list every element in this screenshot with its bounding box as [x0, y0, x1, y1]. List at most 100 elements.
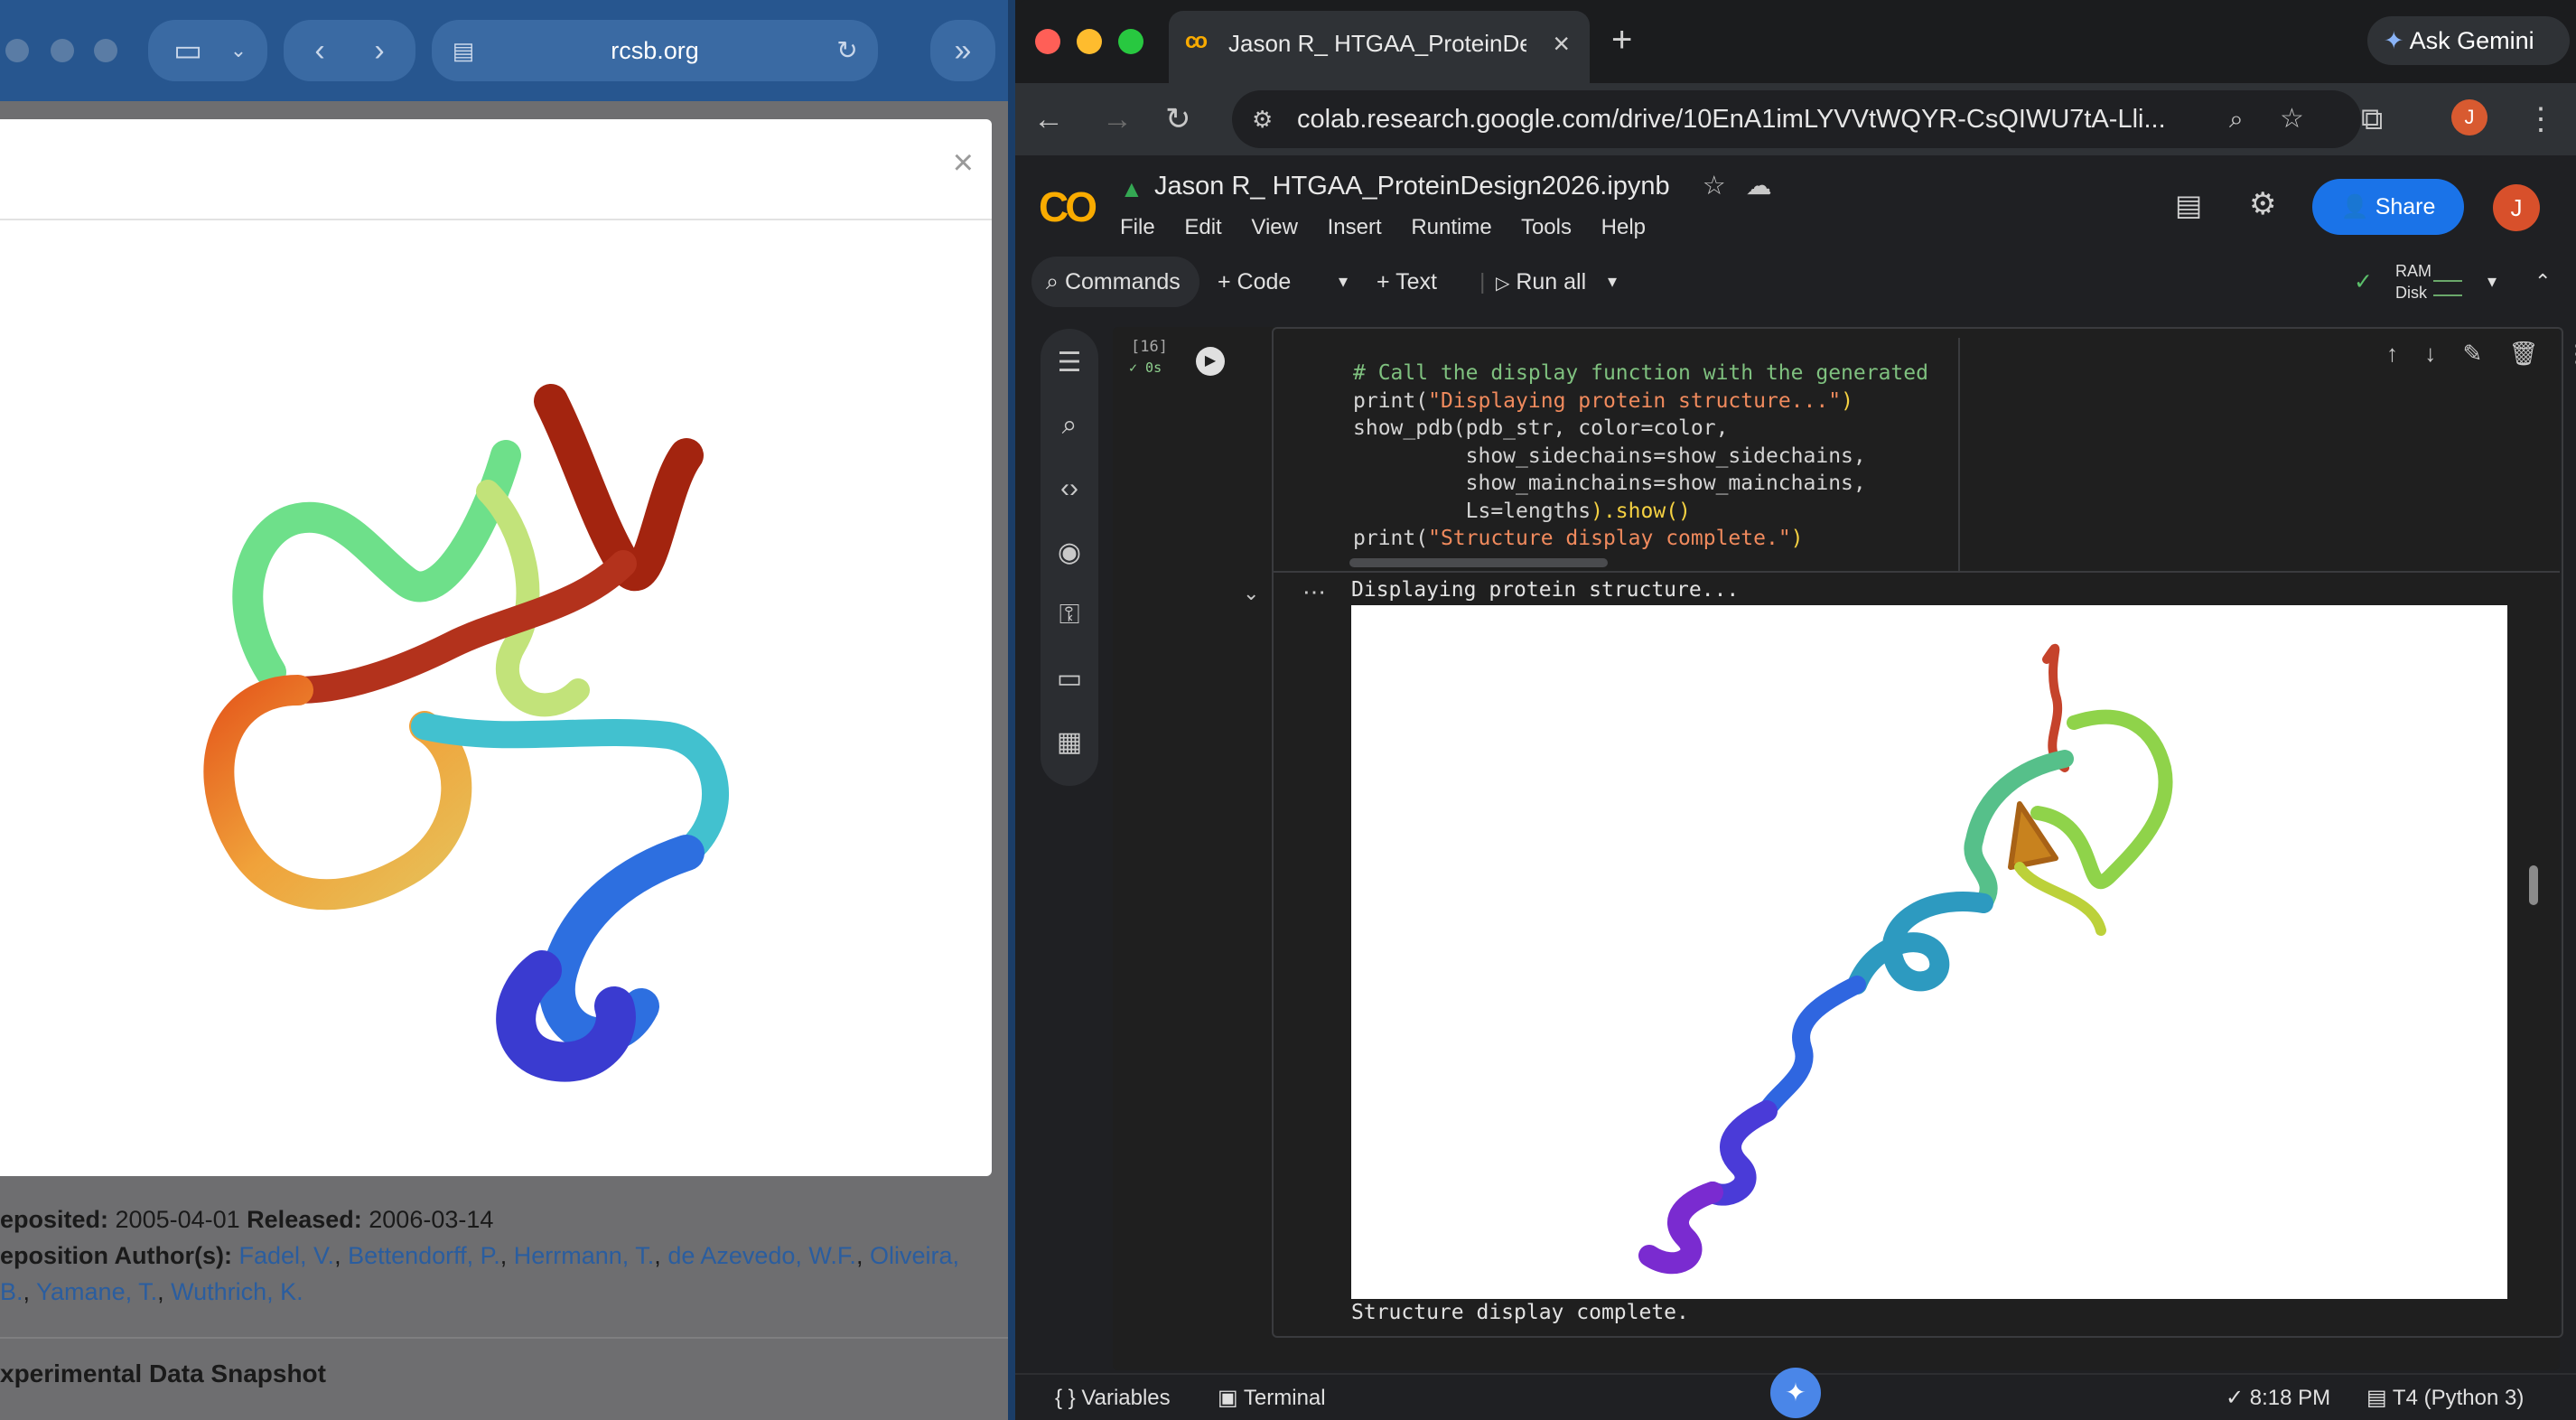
- author-link[interactable]: Herrmann, T.: [514, 1242, 655, 1269]
- add-text-button[interactable]: + Text: [1377, 257, 1437, 307]
- inspector-eye-icon[interactable]: ◉: [1041, 537, 1098, 568]
- strand-red-tail: [285, 550, 637, 704]
- chevron-down-icon[interactable]: ▾: [2487, 257, 2497, 307]
- menu-view[interactable]: View: [1251, 215, 1298, 239]
- author-link[interactable]: Fadel, V.: [238, 1242, 334, 1269]
- move-up-icon[interactable]: ↑: [2386, 340, 2398, 367]
- deposited-value: 2005-04-01: [115, 1206, 240, 1233]
- delete-trash-icon[interactable]: 🗑: [2509, 340, 2539, 367]
- ram-sparkline: [2433, 266, 2462, 282]
- check-icon: ✓: [2226, 1386, 2245, 1410]
- run-all-button[interactable]: ▷ Run all: [1496, 257, 1586, 309]
- code-editor[interactable]: # Call the display function with the gen…: [1353, 360, 1940, 553]
- sidebar-toggle[interactable]: ▭ ⌄: [148, 20, 267, 81]
- account-avatar[interactable]: J: [2493, 184, 2540, 231]
- notebook-title[interactable]: Jason R_ HTGAA_ProteinDesign2026.ipynb ☆…: [1154, 170, 1772, 201]
- double-chevron-icon: »: [954, 33, 972, 68]
- nmr-ensemble-image: [203, 384, 729, 1082]
- commands-button[interactable]: ⌕ Commands: [1031, 257, 1199, 307]
- window-minimize-dot[interactable]: [51, 39, 74, 62]
- notebook-title-text: Jason R_ HTGAA_ProteinDesign2026.ipynb: [1154, 172, 1670, 201]
- helix-blue: [1758, 976, 1866, 1120]
- new-tab-icon[interactable]: +: [1611, 14, 1632, 65]
- address-bar[interactable]: ⚙ colab.research.google.com/drive/10EnA1…: [1232, 90, 2361, 148]
- colab-logo[interactable]: CO: [1039, 182, 1097, 231]
- run-cell-button[interactable]: ▶: [1196, 347, 1225, 376]
- menu-insert[interactable]: Insert: [1328, 215, 1382, 239]
- author-link[interactable]: Yamane, T.: [36, 1278, 157, 1305]
- tab-search-icon[interactable]: ⧉: [2361, 83, 2383, 155]
- resource-monitor[interactable]: RAM Disk: [2395, 260, 2431, 304]
- window-minimize-button[interactable]: [1077, 29, 1102, 54]
- gemini-button[interactable]: ✦: [1770, 1368, 1821, 1418]
- more-tabs-button[interactable]: »: [930, 20, 995, 81]
- share-button[interactable]: 👤 Share: [2312, 179, 2464, 235]
- author-link[interactable]: de Azevedo, W.F.: [667, 1242, 856, 1269]
- code-line: show_pdb(pdb_str, color=color,: [1353, 416, 1729, 440]
- collapse-output-icon[interactable]: ⌄: [1243, 582, 1259, 605]
- author-link[interactable]: Bettendorff, P.: [348, 1242, 500, 1269]
- chevron-down-icon: ⌄: [229, 39, 247, 61]
- profile-avatar[interactable]: J: [2451, 99, 2487, 135]
- menu-edit[interactable]: Edit: [1184, 215, 1221, 239]
- bookmark-star-icon[interactable]: ☆: [2280, 90, 2304, 148]
- chevron-down-icon[interactable]: ▾: [1339, 257, 1348, 307]
- data-table-icon[interactable]: ▦: [1041, 726, 1098, 758]
- window-zoom-dot[interactable]: [94, 39, 117, 62]
- zoom-search-icon[interactable]: ⌕: [2229, 90, 2244, 148]
- tab-colab[interactable]: co Jason R_ HTGAA_ProteinDes ×: [1169, 11, 1590, 83]
- tab-close-icon[interactable]: ×: [1553, 11, 1570, 76]
- output-actions-icon[interactable]: ⋯: [1302, 578, 1326, 606]
- forward-arrow-icon[interactable]: →: [1102, 83, 1133, 155]
- author-link[interactable]: Wuthrich, K.: [171, 1278, 303, 1305]
- move-down-icon[interactable]: ↓: [2424, 340, 2436, 367]
- author-link[interactable]: B.: [0, 1278, 23, 1305]
- code-snippets-icon[interactable]: ‹›: [1041, 473, 1098, 504]
- settings-gear-icon[interactable]: ⚙: [2249, 186, 2276, 222]
- collapse-header-icon[interactable]: ⌃: [2534, 257, 2551, 307]
- reload-icon[interactable]: ↻: [829, 20, 865, 81]
- site-settings-icon[interactable]: ⚙: [1252, 90, 1273, 148]
- files-folder-icon[interactable]: ▭: [1041, 663, 1098, 695]
- strand-red-bundle: [534, 384, 704, 591]
- forward-icon[interactable]: ›: [352, 20, 406, 81]
- edit-pencil-icon[interactable]: ✎: [2462, 340, 2482, 367]
- star-icon[interactable]: ☆: [1703, 172, 1726, 201]
- back-icon[interactable]: ‹: [293, 20, 347, 81]
- divider: [0, 1337, 1008, 1339]
- close-icon[interactable]: ×: [953, 145, 974, 181]
- menu-file[interactable]: File: [1120, 215, 1155, 239]
- comments-icon[interactable]: ▤: [2175, 188, 2202, 222]
- window-close-dot[interactable]: [5, 39, 29, 62]
- safari-toolbar: ▭ ⌄ ‹ › ▤ rcsb.org ↻ »: [0, 0, 1008, 101]
- commands-label: Commands: [1064, 269, 1181, 294]
- ask-gemini-button[interactable]: ✦ Ask Gemini: [2367, 16, 2570, 65]
- table-of-contents-icon[interactable]: ☰: [1041, 347, 1098, 378]
- window-zoom-button[interactable]: [1118, 29, 1143, 54]
- py3dmol-viewer[interactable]: [1351, 605, 2507, 1299]
- more-options-icon[interactable]: ⋮: [2565, 340, 2576, 367]
- back-arrow-icon[interactable]: ←: [1033, 83, 1064, 155]
- horizontal-scrollbar[interactable]: [1349, 558, 1608, 567]
- runtime-type[interactable]: ▤ T4 (Python 3): [2366, 1375, 2524, 1420]
- tab-strip: co Jason R_ HTGAA_ProteinDes × + ✦ Ask G…: [1015, 0, 2576, 83]
- window-close-button[interactable]: [1035, 29, 1060, 54]
- vertical-scrollbar[interactable]: [2529, 865, 2538, 905]
- chrome-menu-icon[interactable]: ⋮: [2525, 83, 2556, 155]
- reload-icon[interactable]: ↻: [1165, 83, 1191, 155]
- chevron-down-icon[interactable]: ▾: [1608, 257, 1617, 307]
- variables-button[interactable]: { } Variables: [1055, 1375, 1171, 1420]
- find-replace-icon[interactable]: ⌕: [1041, 410, 1098, 441]
- menu-runtime[interactable]: Runtime: [1411, 215, 1491, 239]
- code-cell[interactable]: [16] ✓ 0s ▶ # Call the display function …: [1113, 327, 2576, 1370]
- menu-bar: File Edit View Insert Runtime Tools Help: [1120, 215, 1669, 240]
- terminal-button[interactable]: ▣ Terminal: [1218, 1375, 1326, 1420]
- secrets-key-icon[interactable]: ⚿: [1041, 600, 1098, 631]
- search-icon: ⌕: [1046, 269, 1059, 294]
- author-link[interactable]: Oliveira,: [870, 1242, 959, 1269]
- safari-address-bar[interactable]: ▤ rcsb.org ↻: [432, 20, 878, 81]
- code-line: Ls=lengths).show(): [1353, 499, 1691, 523]
- menu-tools[interactable]: Tools: [1521, 215, 1572, 239]
- add-code-button[interactable]: + Code: [1218, 257, 1291, 307]
- menu-help[interactable]: Help: [1601, 215, 1646, 239]
